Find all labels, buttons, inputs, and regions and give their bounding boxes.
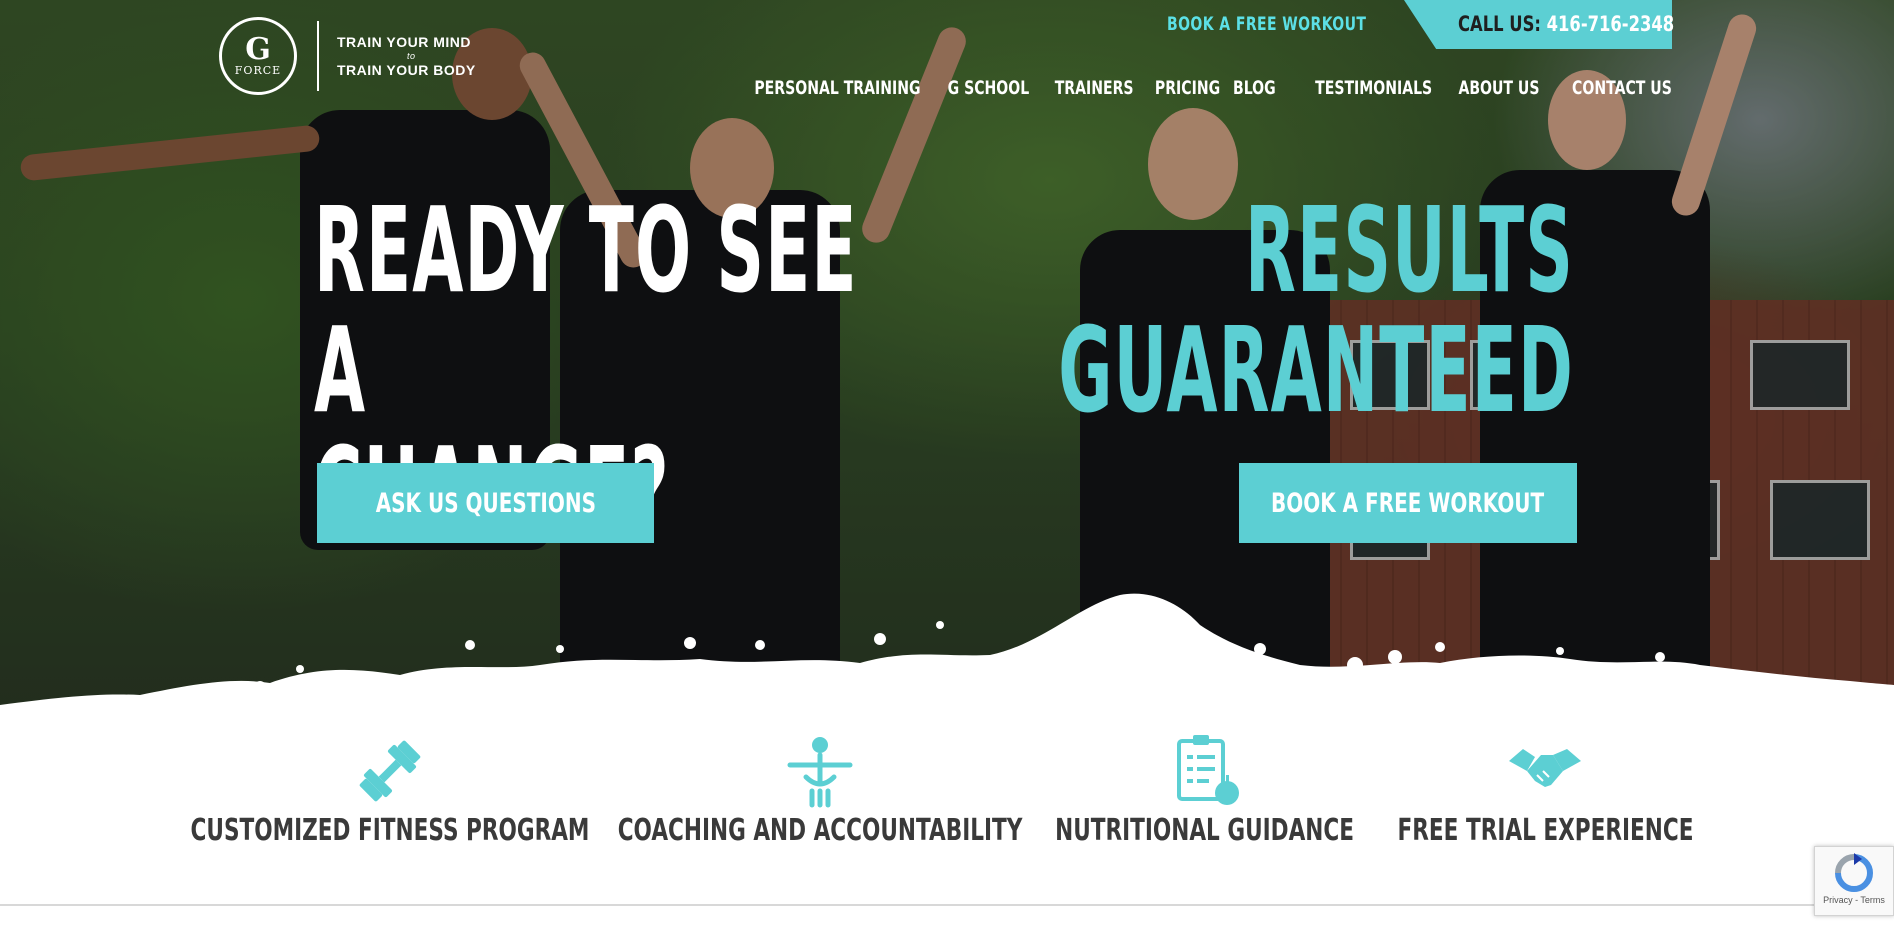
feature-nutritional: NUTRITIONAL GUIDANCE: [1050, 725, 1360, 848]
coach-icon: [787, 737, 853, 808]
main-navigation: PERSONAL TRAINING G SCHOOL TRAINERS PRIC…: [704, 77, 1672, 99]
handshake-icon: [1509, 749, 1581, 787]
hero-headline-right: RESULTS GUARANTEED: [1058, 181, 1574, 439]
paint-splash-divider: [0, 593, 1894, 725]
recaptcha-badge[interactable]: Privacy - Terms: [1814, 846, 1894, 916]
recaptcha-icon: [1835, 853, 1873, 892]
nav-item-g-school[interactable]: G SCHOOL: [948, 77, 1030, 99]
gforce-logo-icon: G FORCE: [219, 17, 297, 95]
feature-customized-fitness: CUSTOMIZED FITNESS PROGRAM: [191, 725, 589, 848]
feature-coaching: COACHING AND ACCOUNTABILITY: [618, 725, 1022, 848]
site-logo[interactable]: G FORCE TRAIN YOUR MIND to TRAIN YOUR BO…: [219, 17, 476, 95]
logo-separator: [317, 21, 319, 91]
nav-item-personal-training[interactable]: PERSONAL TRAINING: [755, 77, 921, 99]
call-us-phone-link[interactable]: CALL US: 416-716-2348: [1458, 12, 1674, 36]
nav-item-blog[interactable]: BLOG: [1233, 77, 1276, 99]
nav-item-testimonials[interactable]: TESTIMONIALS: [1315, 77, 1432, 99]
nav-item-pricing[interactable]: PRICING: [1155, 77, 1220, 99]
feature-free-trial: FREE TRIAL EXPERIENCE: [1390, 725, 1700, 848]
book-free-workout-button[interactable]: BOOK A FREE WORKOUT: [1239, 463, 1577, 543]
dumbbell-icon: [359, 740, 421, 802]
nav-item-contact-us[interactable]: CONTACT US: [1572, 77, 1672, 99]
logo-tagline: TRAIN YOUR MIND to TRAIN YOUR BODY: [337, 34, 476, 78]
ask-us-questions-button[interactable]: ASK US QUESTIONS: [317, 463, 654, 543]
clipboard-apple-icon: [1177, 735, 1239, 805]
nav-item-trainers[interactable]: TRAINERS: [1055, 77, 1134, 99]
top-book-workout-link[interactable]: BOOK A FREE WORKOUT: [1167, 13, 1366, 35]
features-section: CUSTOMIZED FITNESS PROGRAM COACHING AND …: [0, 725, 1894, 905]
nav-item-about-us[interactable]: ABOUT US: [1458, 77, 1539, 99]
section-divider: [0, 904, 1894, 906]
